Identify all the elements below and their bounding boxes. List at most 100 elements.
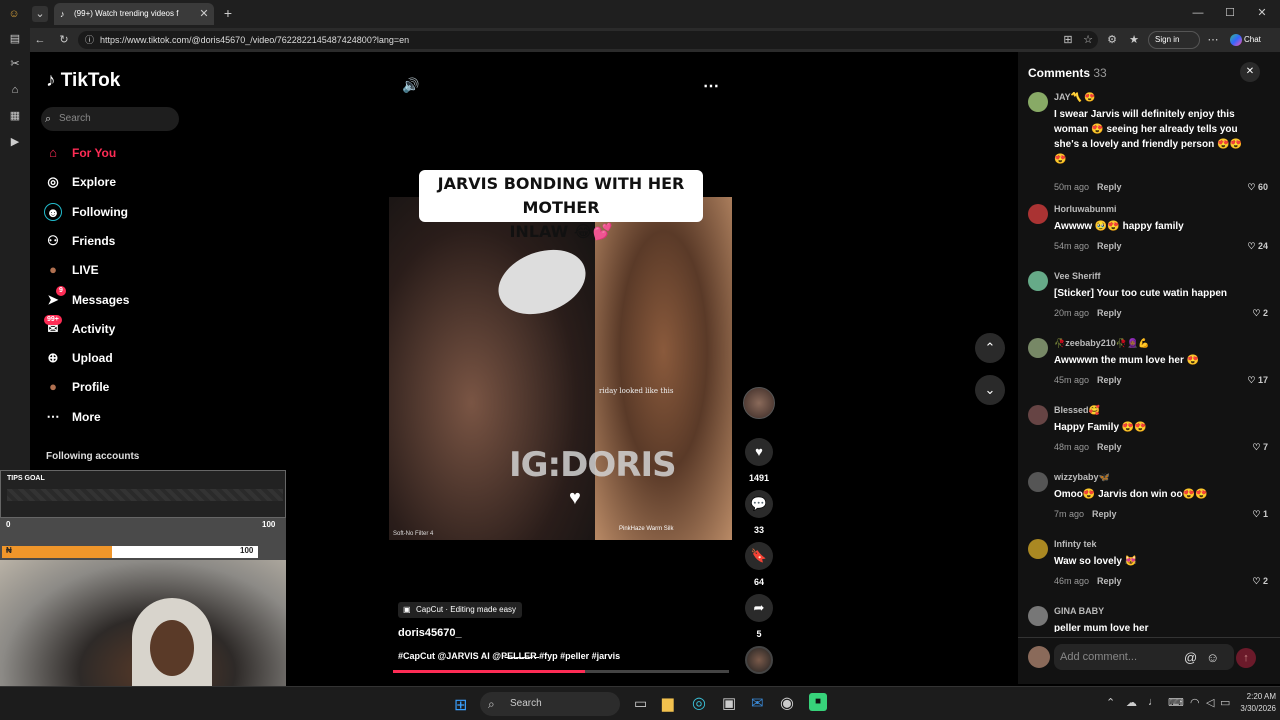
app-available-icon[interactable]: ⊞ bbox=[1060, 32, 1076, 48]
sidebar-item-more[interactable]: ⋯ More bbox=[44, 405, 164, 429]
comment-author[interactable]: Blessed🥰 bbox=[1054, 405, 1100, 416]
sidebar-item-following[interactable]: ☻ Following bbox=[44, 200, 164, 224]
comment-like-button[interactable]: ♡ 60 bbox=[1247, 182, 1268, 193]
edge-browser-icon[interactable]: ◎ bbox=[692, 693, 706, 713]
sign-in-button[interactable]: Sign in bbox=[1148, 31, 1200, 49]
close-window-icon[interactable]: ✕ bbox=[1254, 5, 1270, 21]
comment-button[interactable]: 💬 bbox=[745, 490, 773, 518]
reply-button[interactable]: Reply bbox=[1097, 308, 1122, 318]
profile-icon[interactable]: ☺ bbox=[6, 6, 22, 22]
comment-like-button[interactable]: ♡ 2 bbox=[1252, 308, 1268, 319]
tray-cloud-icon[interactable]: ☁ bbox=[1126, 696, 1137, 709]
wifi-icon[interactable]: ◠ bbox=[1190, 696, 1200, 709]
capcut-tag[interactable]: ▣ CapCut · Editing made easy bbox=[398, 602, 523, 618]
sidebar-item-messages[interactable]: ➤ Messages 9 bbox=[44, 285, 164, 312]
comment-avatar[interactable] bbox=[1028, 338, 1048, 358]
close-tab-icon[interactable]: ✕ bbox=[196, 6, 212, 22]
tab-list-icon[interactable]: ⌄ bbox=[32, 6, 48, 22]
video-player[interactable]: riday looked like this IG:DORIS ♥ Soft-N… bbox=[389, 197, 732, 540]
microphone-icon[interactable]: ♩ bbox=[1148, 696, 1159, 708]
comment-author[interactable]: 🥀zeebaby210🥀🧕🏾💪 bbox=[1054, 338, 1149, 349]
post-comment-button[interactable]: ↑ bbox=[1236, 648, 1256, 668]
tray-expand-icon[interactable]: ⌃ bbox=[1106, 696, 1115, 709]
comment-author[interactable]: Vee Sheriff bbox=[1054, 271, 1101, 281]
volume-icon[interactable]: 🔊 bbox=[402, 77, 419, 94]
previous-video-button[interactable]: ⌃ bbox=[975, 333, 1005, 363]
sidebar-item-profile[interactable]: ● Profile bbox=[44, 375, 164, 399]
extensions-icon[interactable]: ⚙ bbox=[1104, 32, 1120, 48]
url-field[interactable]: ⓘ https://www.tiktok.com/@doris45670_/vi… bbox=[78, 31, 1098, 49]
more-options-icon[interactable]: ⋯ bbox=[703, 76, 719, 96]
reply-button[interactable]: Reply bbox=[1092, 509, 1117, 519]
emoji-icon[interactable]: ☺ bbox=[1206, 650, 1219, 665]
comment-avatar[interactable] bbox=[1028, 606, 1048, 626]
task-view-icon[interactable]: ▭ bbox=[634, 695, 647, 712]
copilot-chat-button[interactable]: Chat bbox=[1228, 31, 1270, 49]
minimize-icon[interactable]: — bbox=[1190, 5, 1206, 21]
author-avatar[interactable] bbox=[743, 387, 775, 419]
comment-avatar[interactable] bbox=[1028, 472, 1048, 492]
search-input[interactable]: ⌕ Search bbox=[41, 107, 179, 131]
sidebar-item-upload[interactable]: ⊕ Upload bbox=[44, 346, 164, 370]
progress-track[interactable] bbox=[393, 670, 729, 673]
back-icon[interactable]: ← bbox=[32, 32, 48, 48]
comment-author[interactable]: wizzybaby🦋 bbox=[1054, 472, 1110, 483]
settings-more-icon[interactable]: ⋯ bbox=[1205, 32, 1221, 48]
shopping-icon[interactable]: ⌂ bbox=[7, 82, 23, 98]
refresh-icon[interactable]: ↻ bbox=[56, 32, 72, 48]
comment-author[interactable]: Horluwabunmi bbox=[1054, 204, 1117, 214]
reply-button[interactable]: Reply bbox=[1097, 182, 1122, 192]
favorite-star-icon[interactable]: ☆ bbox=[1080, 32, 1096, 48]
obs-icon[interactable]: ◉ bbox=[780, 693, 794, 713]
music-disc[interactable] bbox=[745, 646, 773, 674]
taskbar-clock[interactable]: 2:20 AM 3/30/2026 bbox=[1228, 691, 1276, 715]
comment-like-button[interactable]: ♡ 17 bbox=[1247, 375, 1268, 386]
sidebar-item-for-you[interactable]: ⌂ For You bbox=[44, 141, 164, 165]
sidebar-item-explore[interactable]: ◎ Explore bbox=[44, 170, 164, 194]
comment-like-button[interactable]: ♡ 1 bbox=[1252, 509, 1268, 520]
comment-author[interactable]: GINA BABY bbox=[1054, 606, 1104, 616]
share-button[interactable]: ➦ bbox=[745, 594, 773, 622]
comment-author[interactable]: Infinty tek bbox=[1054, 539, 1097, 549]
reply-button[interactable]: Reply bbox=[1097, 576, 1122, 586]
taskbar-search[interactable]: ⌕ Search bbox=[480, 692, 620, 716]
comment-avatar[interactable] bbox=[1028, 271, 1048, 291]
media-icon[interactable]: ▶ bbox=[7, 134, 23, 150]
comment-avatar[interactable] bbox=[1028, 204, 1048, 224]
store-icon[interactable]: ▣ bbox=[722, 694, 736, 712]
file-explorer-icon[interactable]: ▆ bbox=[662, 694, 674, 712]
video-author[interactable]: doris45670_ bbox=[398, 627, 462, 639]
comment-like-button[interactable]: ♡ 24 bbox=[1247, 241, 1268, 252]
tools-icon[interactable]: ✂ bbox=[7, 56, 23, 72]
outlook-icon[interactable]: ✉ bbox=[751, 694, 764, 712]
tiktok-logo[interactable]: ♪ TikTok bbox=[46, 70, 120, 92]
next-video-button[interactable]: ⌄ bbox=[975, 375, 1005, 405]
mention-icon[interactable]: @ bbox=[1184, 650, 1197, 665]
speaker-icon[interactable]: ◁ bbox=[1206, 696, 1214, 709]
reply-button[interactable]: Reply bbox=[1097, 241, 1122, 251]
new-tab-icon[interactable]: + bbox=[220, 5, 236, 21]
active-tab[interactable]: ♪ (99+) Watch trending videos f bbox=[54, 3, 214, 25]
tabs-icon[interactable]: ▤ bbox=[7, 31, 23, 47]
favorites-icon[interactable]: ★ bbox=[1126, 32, 1142, 48]
comment-avatar[interactable] bbox=[1028, 539, 1048, 559]
video-hashtags[interactable]: #CapCut @JARVIS AI @P̶E̶L̶L̶E̶R̶ #fyp #p… bbox=[398, 651, 620, 661]
comment-avatar[interactable] bbox=[1028, 405, 1048, 425]
comment-like-button[interactable]: ♡ 7 bbox=[1252, 442, 1268, 453]
comment-like-button[interactable]: ♡ 2 bbox=[1252, 576, 1268, 587]
comment-avatar[interactable] bbox=[1028, 92, 1048, 112]
sidebar-item-friends[interactable]: ⚇ Friends bbox=[44, 229, 164, 253]
save-button[interactable]: 🔖 bbox=[745, 542, 773, 570]
maximize-icon[interactable]: ☐ bbox=[1222, 5, 1238, 21]
office-icon[interactable]: ▦ bbox=[7, 108, 23, 124]
app-green-icon[interactable]: ■ bbox=[809, 693, 827, 711]
sidebar-item-activity[interactable]: ✉ Activity 99+ bbox=[44, 314, 164, 341]
reply-button[interactable]: Reply bbox=[1097, 442, 1122, 452]
windows-start-icon[interactable]: ⊞ bbox=[454, 695, 467, 715]
reply-button[interactable]: Reply bbox=[1097, 375, 1122, 385]
comment-author[interactable]: JAY〽️ 😍 bbox=[1054, 92, 1096, 103]
like-button[interactable]: ♥ bbox=[745, 438, 773, 466]
close-comments-button[interactable]: ✕ bbox=[1240, 62, 1260, 82]
sidebar-item-live[interactable]: ● LIVE bbox=[44, 258, 164, 282]
keyboard-icon[interactable]: ⌨ bbox=[1168, 696, 1184, 709]
